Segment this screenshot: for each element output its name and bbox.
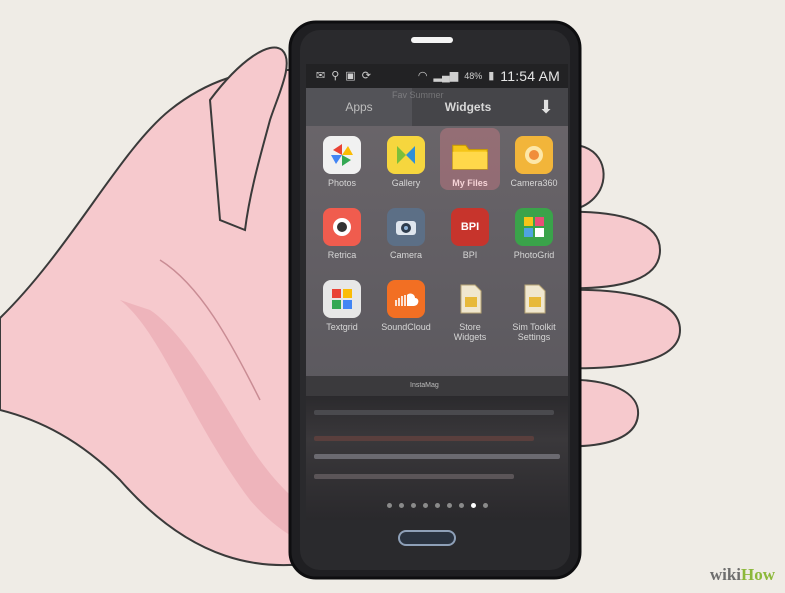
image-icon: ▣ (345, 69, 356, 82)
app-drawer: Photos Gallery My Files Camera360 Retric… (306, 126, 568, 376)
page-indicator (306, 503, 568, 508)
page-dot (482, 503, 488, 508)
app-grid: Photos Gallery My Files Camera360 Retric… (310, 128, 566, 350)
app-my-files[interactable]: My Files (438, 128, 502, 206)
mail-icon: ✉ (316, 69, 326, 82)
logo-wiki: wiki (709, 565, 741, 584)
folder-label: InstaMag (410, 382, 439, 389)
signal-icon: ▂▄▆ (433, 69, 459, 82)
app-label: Camera360 (510, 178, 558, 188)
phone-speaker (411, 37, 453, 43)
clock: 11:54 AM (500, 68, 560, 84)
app-retrica[interactable]: Retrica (310, 206, 374, 278)
page-dot-active (470, 503, 476, 508)
app-gallery[interactable]: Gallery (374, 134, 438, 206)
sim-card-icon (451, 280, 489, 318)
wikihow-logo: wikiHow (710, 565, 775, 585)
camera-icon (387, 208, 425, 246)
wifi-icon: ◠ (417, 69, 428, 82)
usb-icon: ⚲ (331, 69, 340, 82)
dock-stripe (314, 436, 534, 441)
phone-screen: ✉ ⚲ ▣ ⟳ ◠ ▂▄▆ 48% ▮ 11:54 AM Apps Widget… (306, 64, 568, 520)
app-sim-toolkit[interactable]: Sim Toolkit Settings (502, 278, 566, 350)
app-label: PhotoGrid (513, 250, 555, 260)
photos-icon (323, 136, 361, 174)
page-dot (398, 503, 404, 508)
photogrid-icon (515, 208, 553, 246)
app-bpi[interactable]: BPI BPI (438, 206, 502, 278)
bpi-icon: BPI (451, 208, 489, 246)
page-dot (422, 503, 428, 508)
home-button[interactable] (398, 530, 456, 546)
app-photogrid[interactable]: PhotoGrid (502, 206, 566, 278)
app-textgrid[interactable]: Textgrid (310, 278, 374, 350)
app-label: Gallery (391, 178, 421, 188)
dock-stripe (314, 454, 560, 459)
app-label: Photos (327, 178, 357, 188)
folder-icon (449, 134, 490, 175)
app-label: Camera (389, 250, 422, 260)
drawer-tab-bar: Apps Widgets ⬇ Fav Summer (306, 88, 568, 126)
sim-toolkit-icon (515, 280, 553, 318)
page-dot (458, 503, 464, 508)
app-soundcloud[interactable]: SoundCloud (374, 278, 438, 350)
status-bar: ✉ ⚲ ▣ ⟳ ◠ ▂▄▆ 48% ▮ 11:54 AM (306, 64, 568, 88)
app-label: Sim Toolkit Settings (512, 322, 556, 342)
download-icon: ⬇ (538, 96, 554, 117)
app-label: SoundCloud (381, 322, 431, 332)
status-left-icons: ✉ ⚲ ▣ ⟳ (316, 69, 371, 82)
app-camera360[interactable]: Camera360 (502, 134, 566, 206)
page-dot (386, 503, 392, 508)
home-dock-area (306, 396, 568, 520)
page-dot (434, 503, 440, 508)
logo-how: How (741, 565, 775, 584)
page-dot (446, 503, 452, 508)
app-photos[interactable]: Photos (310, 134, 374, 206)
wallpaper-text: Fav Summer (392, 90, 444, 100)
status-right-icons: ◠ ▂▄▆ 48% ▮ 11:54 AM (418, 68, 560, 84)
dock-stripe (314, 474, 514, 479)
battery-percent: 48% (464, 71, 483, 81)
camera360-icon (515, 136, 553, 174)
textgrid-icon (323, 280, 361, 318)
page-dot (410, 503, 416, 508)
app-label: Retrica (327, 250, 357, 260)
download-button[interactable]: ⬇ (524, 88, 568, 126)
battery-icon: ▮ (488, 69, 495, 82)
retrica-icon (323, 208, 361, 246)
sync-icon: ⟳ (361, 69, 371, 82)
folder-indicator: InstaMag (306, 376, 568, 396)
gallery-icon (387, 136, 425, 174)
app-store-widgets[interactable]: Store Widgets (438, 278, 502, 350)
app-camera[interactable]: Camera (374, 206, 438, 278)
app-label: Store Widgets (453, 322, 487, 342)
app-label: Textgrid (326, 322, 358, 332)
app-label: BPI (462, 250, 478, 260)
soundcloud-icon (387, 280, 425, 318)
dock-stripe (314, 410, 554, 415)
